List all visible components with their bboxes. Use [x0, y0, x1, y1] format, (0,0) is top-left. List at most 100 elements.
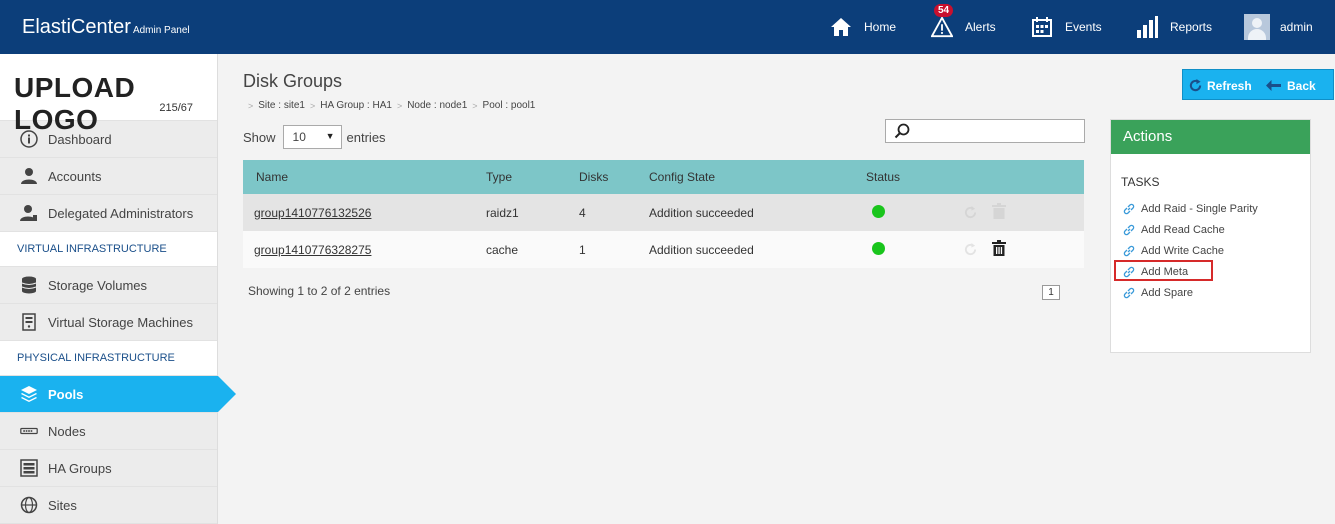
page-length-control: Show 10 entries	[243, 125, 386, 149]
back-button[interactable]: Back	[1266, 70, 1316, 101]
sidebar-item-accounts[interactable]: Accounts	[0, 158, 217, 195]
task-add-raid-single-parity[interactable]: Add Raid - Single Parity	[1123, 200, 1258, 218]
breadcrumb: > Site : site1 > HA Group : HA1 > Node :…	[243, 100, 535, 111]
refresh-icon[interactable]	[964, 206, 977, 222]
search-input[interactable]	[885, 119, 1085, 143]
server-icon	[20, 313, 38, 331]
cell-name: group1410776328275	[243, 231, 486, 268]
table-row: group1410776328275 cache 1 Addition succ…	[243, 231, 1084, 268]
section-virtual-infrastructure: VIRTUAL INFRASTRUCTURE	[0, 232, 217, 267]
actions-title: Actions	[1111, 120, 1310, 154]
task-label: Add Read Cache	[1141, 224, 1225, 236]
brand-name: ElastiCenter	[22, 16, 131, 38]
sidebar-item-label: Accounts	[48, 168, 102, 184]
entries-select[interactable]: 10	[282, 125, 342, 149]
task-add-write-cache[interactable]: Add Write Cache	[1123, 242, 1224, 260]
refresh-label: Refresh	[1207, 78, 1252, 93]
cell-config-state: Addition succeeded	[649, 205, 754, 220]
sidebar-item-delegated-admins[interactable]: Delegated Administrators	[0, 195, 217, 232]
highlight-box	[1114, 260, 1213, 281]
brand[interactable]: ElastiCenter Admin Panel	[22, 16, 190, 39]
refresh-button[interactable]: Refresh	[1189, 70, 1252, 101]
table-header-row: Name Type Disks Config State Status	[243, 160, 1084, 194]
globe-icon	[20, 496, 38, 514]
sidebar-item-storage-volumes[interactable]: Storage Volumes	[0, 267, 217, 304]
cell-name: group1410776132526	[243, 194, 486, 231]
breadcrumb-pool[interactable]: Pool : pool1	[483, 100, 536, 111]
nav-reports[interactable]: Reports	[1136, 0, 1212, 54]
sidebar-item-nodes[interactable]: Nodes	[0, 413, 217, 450]
nav-reports-label: Reports	[1170, 20, 1213, 34]
sidebar-item-pools[interactable]: Pools	[0, 376, 236, 413]
sidebar-item-ha-groups[interactable]: HA Groups	[0, 450, 217, 487]
chevron-right-icon: >	[248, 100, 254, 111]
breadcrumb-ha-group[interactable]: HA Group : HA1	[320, 100, 392, 111]
task-add-read-cache[interactable]: Add Read Cache	[1123, 221, 1225, 239]
status-ok-indicator	[872, 241, 885, 255]
col-name[interactable]: Name	[243, 160, 486, 194]
node-icon	[20, 422, 38, 440]
tasks-label: TASKS	[1121, 175, 1160, 189]
col-status[interactable]: Status	[866, 160, 964, 194]
task-add-spare[interactable]: Add Spare	[1123, 284, 1193, 302]
layers-icon	[20, 385, 38, 403]
entries-select-value: 10	[292, 130, 306, 144]
chevron-right-icon: >	[396, 100, 403, 111]
col-config-state[interactable]: Config State	[649, 160, 866, 194]
cell-status	[866, 194, 964, 231]
col-type[interactable]: Type	[486, 160, 579, 194]
nav-events[interactable]: Events	[1031, 0, 1102, 54]
task-label: Add Raid - Single Parity	[1141, 203, 1258, 215]
nav-home[interactable]: Home	[830, 0, 896, 54]
sidebar-item-label: Dashboard	[48, 131, 112, 147]
refresh-icon[interactable]	[964, 243, 977, 259]
sidebar-item-label: Pools	[48, 386, 84, 402]
breadcrumb-site[interactable]: Site : site1	[258, 100, 305, 111]
trash-icon[interactable]	[992, 240, 1007, 259]
sidebar-item-virtual-storage-machines[interactable]: Virtual Storage Machines	[0, 304, 217, 341]
sidebar-item-label: Delegated Administrators	[48, 205, 194, 221]
cell-disks: 1	[579, 242, 586, 257]
group-link[interactable]: group1410776132526	[254, 206, 371, 220]
toolbar: Refresh Back	[1182, 69, 1334, 100]
sidebar-item-label: Virtual Storage Machines	[48, 314, 194, 330]
alert-icon: 54	[931, 4, 954, 38]
nav-alerts[interactable]: 54 Alerts	[931, 0, 996, 54]
pagination-page-1[interactable]: 1	[1042, 285, 1060, 300]
link-icon	[1123, 224, 1135, 236]
user-icon	[20, 167, 38, 185]
nav-alerts-label: Alerts	[965, 20, 996, 34]
sidebar-item-dashboard[interactable]: Dashboard	[0, 121, 217, 158]
col-actions	[964, 160, 1084, 194]
group-link[interactable]: group1410776328275	[254, 243, 371, 257]
sidebar-item-sites[interactable]: Sites	[0, 487, 217, 524]
logo-dimensions: 215/67	[159, 102, 193, 114]
alerts-badge: 54	[934, 4, 954, 17]
info-icon	[20, 130, 38, 148]
sidebar-item-label: HA Groups	[48, 460, 112, 476]
breadcrumb-node[interactable]: Node : node1	[407, 100, 467, 111]
disk-groups-table: Name Type Disks Config State Status grou…	[243, 160, 1084, 268]
actions-panel: Actions TASKS Add Raid - Single Parity A…	[1110, 119, 1311, 353]
back-label: Back	[1287, 78, 1316, 93]
sidebar: UPLOAD LOGO 215/67 Dashboard Accounts De…	[0, 54, 236, 524]
arrow-left-icon	[1266, 80, 1281, 91]
table-row: group1410776132526 raidz1 4 Addition suc…	[243, 194, 1084, 231]
nav-user-menu[interactable]: admin	[1244, 0, 1313, 54]
top-bar: ElastiCenter Admin Panel Home 54 Alerts E…	[0, 0, 1335, 54]
status-ok-indicator	[872, 204, 885, 218]
cell-type: raidz1	[486, 205, 519, 220]
trash-icon[interactable]	[992, 203, 1007, 222]
search-icon	[894, 123, 910, 144]
calendar-icon	[1031, 16, 1053, 38]
section-physical-infrastructure: PHYSICAL INFRASTRUCTURE	[0, 341, 217, 376]
user-name: admin	[1280, 20, 1313, 34]
cell-config-state: Addition succeeded	[649, 242, 754, 257]
col-disks[interactable]: Disks	[579, 160, 649, 194]
table-info: Showing 1 to 2 of 2 entries	[248, 284, 391, 298]
admin-user-icon	[20, 204, 38, 222]
cell-type: cache	[486, 242, 519, 257]
database-icon	[20, 276, 38, 294]
logo-area: UPLOAD LOGO 215/67	[0, 54, 217, 135]
bar-chart-icon	[1136, 16, 1158, 38]
